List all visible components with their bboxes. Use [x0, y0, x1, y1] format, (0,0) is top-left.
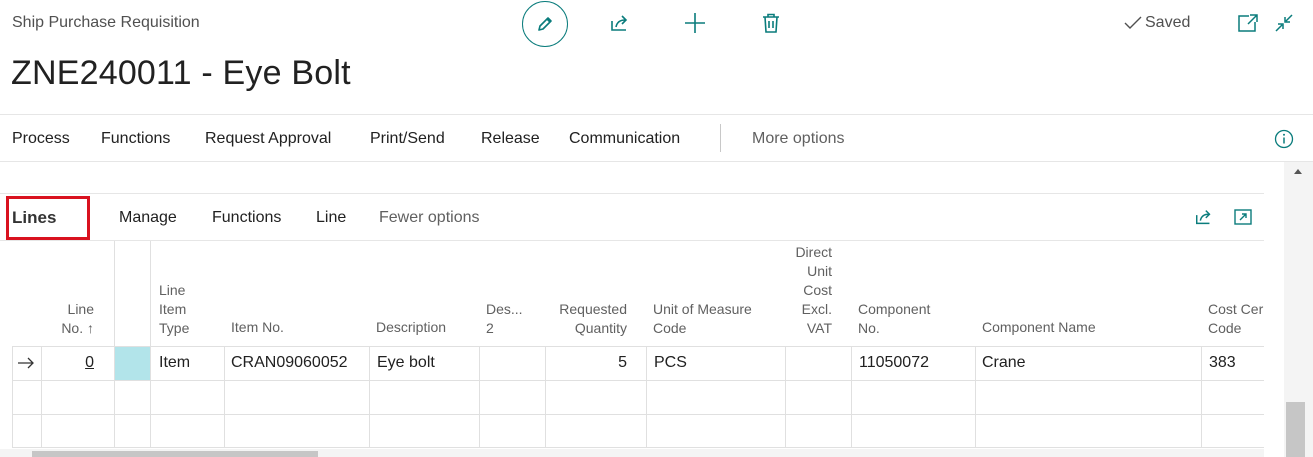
page-caption: Ship Purchase Requisition [12, 14, 200, 31]
cell-component-no[interactable]: 11050072 [859, 354, 929, 372]
grid-col-line [224, 346, 225, 447]
selected-cell[interactable] [115, 347, 150, 380]
page-title: ZNE240011 - Eye Bolt [11, 54, 351, 92]
cell-item-no[interactable]: CRAN09060052 [231, 354, 348, 372]
grid-col-line [369, 346, 370, 447]
grid-col-line [12, 346, 13, 447]
lines-title[interactable]: Lines [12, 208, 56, 228]
grid-col-line [41, 346, 42, 447]
cell-component-name[interactable]: Crane [982, 354, 1026, 372]
expand-icon[interactable] [1233, 207, 1253, 227]
col-header-description[interactable]: Description [376, 318, 446, 337]
cell-line-item-type[interactable]: Item [159, 354, 190, 372]
lines-action-functions[interactable]: Functions [212, 209, 281, 227]
action-communication[interactable]: Communication [569, 130, 680, 148]
col-header-description-2[interactable]: Des... 2 [486, 300, 523, 338]
open-new-window-icon[interactable] [1237, 13, 1259, 33]
grid-col-line [545, 346, 546, 447]
lines-action-manage[interactable]: Manage [119, 209, 177, 227]
action-process[interactable]: Process [12, 130, 70, 148]
grid-top-line [0, 240, 1264, 241]
cell-line-no[interactable]: 0 [60, 354, 94, 372]
grid-col-line [975, 346, 976, 447]
grid-col-line [1201, 346, 1202, 447]
col-header-unit-of-measure-code[interactable]: Unit of Measure Code [653, 300, 752, 338]
lines-action-line[interactable]: Line [316, 209, 346, 227]
col-header-cost-center-code[interactable]: Cost Cer Code [1208, 300, 1264, 338]
add-icon[interactable] [684, 12, 706, 34]
fewer-options-button[interactable]: Fewer options [379, 209, 480, 227]
saved-status: Saved [1124, 14, 1190, 32]
cell-unit-of-measure-code[interactable]: PCS [654, 354, 687, 372]
cell-requested-quantity[interactable]: 5 [552, 354, 627, 372]
more-options-button[interactable]: More options [752, 130, 845, 148]
share-icon[interactable] [1194, 207, 1214, 227]
action-print-send[interactable]: Print/Send [370, 130, 445, 148]
edit-button[interactable] [522, 1, 568, 47]
action-request-approval[interactable]: Request Approval [205, 130, 331, 148]
edit-icon [538, 17, 552, 31]
cell-cost-center-code[interactable]: 383 [1209, 354, 1236, 372]
horizontal-scroll-thumb[interactable] [32, 451, 318, 457]
delete-icon[interactable] [760, 12, 782, 34]
action-bar: Process Functions Request Approval Print… [0, 114, 1313, 162]
cell-description[interactable]: Eye bolt [377, 354, 435, 372]
grid-col-line [479, 346, 480, 447]
col-header-component-no[interactable]: Component No. [858, 300, 930, 338]
grid-row-line [12, 414, 1264, 415]
saved-label: Saved [1145, 14, 1191, 31]
grid-col-line [851, 346, 852, 447]
vertical-scroll-thumb[interactable] [1286, 402, 1305, 457]
checkmark-icon [1124, 16, 1142, 29]
col-header-direct-unit-cost[interactable]: Direct Unit Cost Excl. VAT [786, 243, 832, 338]
share-icon[interactable] [609, 12, 631, 34]
col-header-item-no[interactable]: Item No. [231, 318, 284, 337]
col-header-line-item-type[interactable]: Line Item Type [159, 281, 189, 338]
grid-col-line [114, 241, 115, 447]
action-functions[interactable]: Functions [101, 130, 170, 148]
current-row-arrow-icon [18, 357, 34, 369]
grid-row-line [12, 346, 1264, 347]
grid-col-line [785, 346, 786, 447]
grid-col-line [646, 346, 647, 447]
grid-col-line [150, 241, 151, 447]
action-separator [720, 124, 721, 152]
grid-row-line [12, 447, 1264, 448]
scroll-up-arrow-icon[interactable] [1293, 167, 1303, 175]
info-icon[interactable] [1274, 129, 1294, 149]
grid-row-line [12, 380, 1264, 381]
top-toolbar [522, 1, 568, 47]
collapse-icon[interactable] [1273, 13, 1295, 33]
col-header-line-no[interactable]: Line No. ↑ [60, 300, 94, 338]
col-header-requested-quantity[interactable]: Requested Quantity [552, 300, 627, 338]
col-header-component-name[interactable]: Component Name [982, 318, 1096, 337]
action-release[interactable]: Release [481, 130, 540, 148]
lines-part-divider [0, 193, 1264, 194]
